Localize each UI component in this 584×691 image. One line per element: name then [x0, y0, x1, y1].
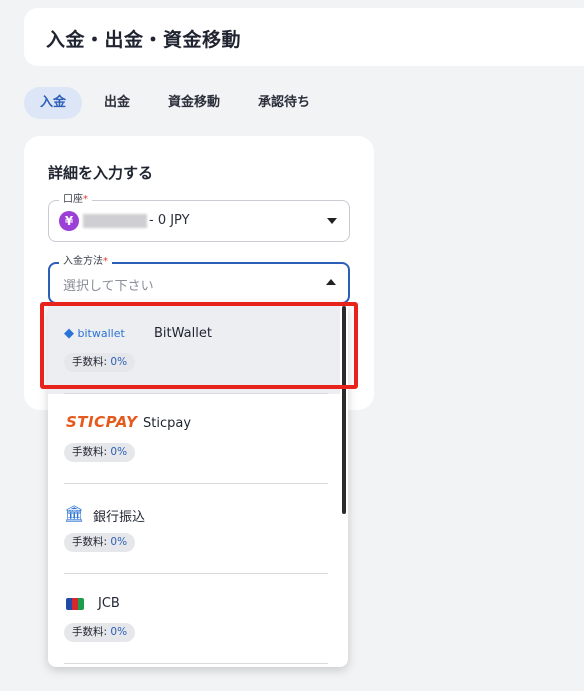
account-label: 口座* — [59, 193, 92, 207]
fee-badge: 手数料: 0% — [64, 533, 136, 552]
deposit-method-select[interactable]: 入金方法* 選択して下さい — [48, 255, 350, 304]
sticpay-logo: STICPAY — [66, 413, 138, 431]
option-name: 銀行振込 — [93, 510, 146, 525]
section-title: 詳細を入力する — [48, 164, 154, 182]
tab-bar: 入金 出金 資金移動 承認待ち — [24, 87, 332, 119]
fee-badge: 手数料: 0% — [64, 353, 136, 372]
tab-withdrawal[interactable]: 出金 — [88, 87, 146, 119]
bank-icon: 🏛 — [64, 504, 85, 523]
option-bitwallet[interactable]: ◆ bitwallet BitWallet 手数料: 0% — [48, 304, 340, 394]
option-name: Sticpay — [143, 416, 192, 431]
account-select[interactable]: 口座* ¥ - 0 JPY — [48, 193, 350, 242]
fee-badge: 手数料: 0% — [64, 623, 136, 642]
chevron-up-icon[interactable] — [326, 279, 336, 285]
account-balance: - 0 JPY — [149, 213, 190, 228]
tab-pending[interactable]: 承認待ち — [242, 87, 326, 119]
divider — [64, 663, 328, 664]
option-jcb[interactable]: JCB 手数料: 0% — [48, 574, 340, 664]
tab-transfer[interactable]: 資金移動 — [152, 87, 236, 119]
deposit-method-dropdown: ◆ bitwallet BitWallet 手数料: 0% STICPAY St… — [48, 304, 348, 667]
deposit-method-placeholder: 選択して下さい — [63, 279, 154, 294]
tab-deposit[interactable]: 入金 — [24, 87, 83, 119]
masked-account-number — [83, 214, 147, 228]
header-card: 入金・出金・資金移動 — [24, 8, 584, 66]
yen-icon: ¥ — [59, 211, 79, 231]
option-sticpay[interactable]: STICPAY Sticpay 手数料: 0% — [48, 394, 340, 484]
option-bank-transfer[interactable]: 🏛 銀行振込 手数料: 0% — [48, 484, 340, 574]
jcb-icon — [66, 598, 84, 610]
chevron-down-icon[interactable] — [327, 218, 337, 224]
page-title: 入金・出金・資金移動 — [46, 29, 242, 51]
option-name: JCB — [98, 596, 120, 611]
option-name: BitWallet — [154, 326, 212, 341]
bitwallet-logo: ◆ bitwallet — [64, 326, 125, 341]
deposit-method-label: 入金方法* — [59, 255, 112, 269]
fee-badge: 手数料: 0% — [64, 443, 136, 462]
dropdown-scrollbar[interactable] — [342, 306, 346, 514]
